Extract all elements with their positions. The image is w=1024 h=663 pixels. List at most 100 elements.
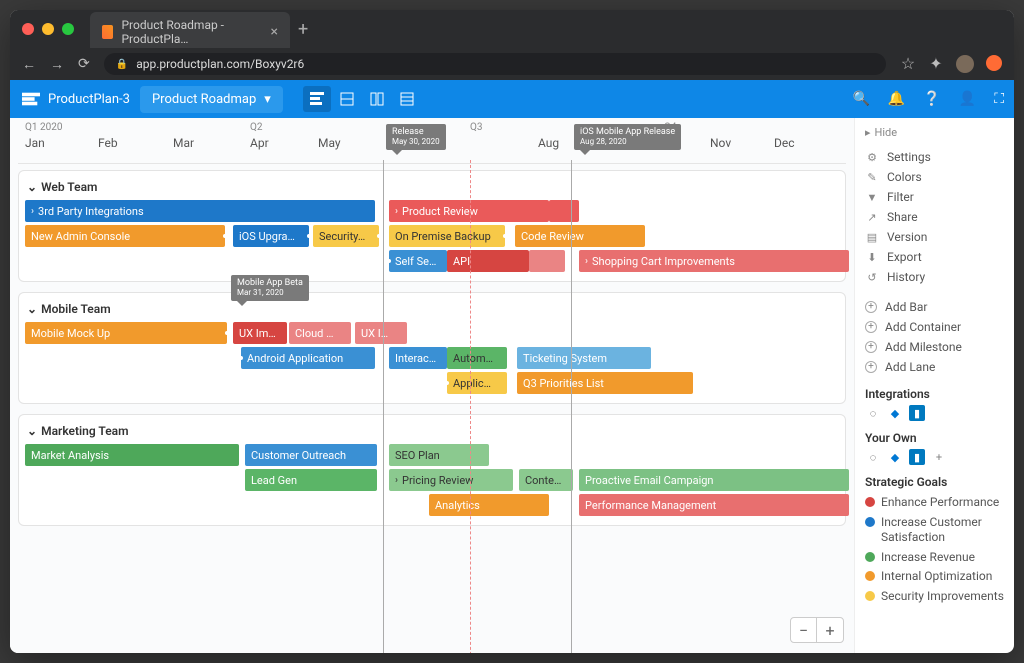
hide-sidebar[interactable]: ▸ Hide	[865, 126, 1004, 139]
reload-button[interactable]: ⟳	[78, 56, 90, 72]
roadmap-bar[interactable]: ›Shopping Cart Improvements	[579, 250, 849, 272]
roadmap-bar[interactable]: Autom…	[447, 347, 507, 369]
roadmap-bar[interactable]: Customer Outreach	[245, 444, 377, 466]
plus-icon: +	[865, 301, 877, 313]
sidebar-item-add-bar[interactable]: +Add Bar	[865, 297, 1004, 317]
roadmap-bar[interactable]: API	[447, 250, 529, 272]
sidebar-item-filter[interactable]: ▼Filter	[865, 187, 1004, 207]
trello-icon-2[interactable]: ▮	[909, 449, 925, 465]
month-label: Feb	[98, 136, 118, 150]
roadmap-bar[interactable]: Security…	[313, 225, 379, 247]
legend-item[interactable]: Increase Customer Satisfaction	[865, 513, 1004, 548]
sidebar-item-add-container[interactable]: +Add Container	[865, 317, 1004, 337]
minimize-window[interactable]	[42, 23, 54, 35]
maximize-window[interactable]	[62, 23, 74, 35]
breadcrumb-project[interactable]: ProductPlan-3	[48, 92, 130, 107]
azure-icon[interactable]: ◆	[887, 405, 903, 421]
zoom-out-button[interactable]: −	[791, 618, 817, 642]
roadmap-bar[interactable]: UX I…	[355, 322, 407, 344]
lane-header[interactable]: ⌄ Mobile Team	[19, 299, 845, 322]
zoom-in-button[interactable]: +	[817, 618, 843, 642]
add-integration-icon[interactable]: +	[931, 449, 947, 465]
roadmap-bar[interactable]: Performance Management	[579, 494, 849, 516]
search-icon[interactable]: 🔍	[852, 91, 869, 107]
trello-icon[interactable]: ▮	[909, 405, 925, 421]
star-icon[interactable]: ☆	[900, 55, 916, 71]
view-table[interactable]	[393, 86, 421, 112]
extension-badge[interactable]	[986, 55, 1002, 71]
chevron-down-icon: ⌄	[27, 424, 37, 438]
legend-item[interactable]: Internal Optimization	[865, 567, 1004, 587]
sidebar-item-add-milestone[interactable]: +Add Milestone	[865, 337, 1004, 357]
sidebar-item-add-lane[interactable]: +Add Lane	[865, 357, 1004, 377]
window-controls	[22, 23, 74, 35]
milestone-marker[interactable]: Mobile App BetaMar 31, 2020	[231, 275, 309, 301]
github-icon-2[interactable]: ◌	[865, 449, 881, 465]
tab-title: Product Roadmap - ProductPla…	[121, 18, 262, 46]
milestone-marker[interactable]: iOS Mobile App ReleaseAug 28, 2020	[574, 124, 681, 150]
github-icon[interactable]: ◌	[865, 405, 881, 421]
roadmap-bar[interactable]: Mobile Mock Up	[25, 322, 227, 344]
roadmap-bar[interactable]: Applic…	[447, 372, 507, 394]
view-list[interactable]	[333, 86, 361, 112]
roadmap-bar[interactable]: Self Se…	[389, 250, 447, 272]
back-button[interactable]: ←	[22, 56, 36, 73]
quarter-label: Q3	[470, 122, 483, 133]
roadmap-bar[interactable]: SEO Plan	[389, 444, 489, 466]
address-bar[interactable]: 🔒 app.productplan.com/Boxyv2r6	[104, 53, 886, 75]
roadmap-bar[interactable]: Code Review	[515, 225, 645, 247]
sidebar-item-history[interactable]: ↺History	[865, 267, 1004, 287]
roadmap-dropdown[interactable]: Product Roadmap ▾	[140, 86, 283, 113]
roadmap-bar[interactable]: ›3rd Party Integrations	[25, 200, 375, 222]
close-tab-icon[interactable]: ×	[271, 24, 278, 40]
legend-item[interactable]: Increase Revenue	[865, 548, 1004, 568]
sidebar-item-export[interactable]: ⬇Export	[865, 247, 1004, 267]
app-logo[interactable]	[20, 88, 42, 110]
history-icon: ↺	[865, 271, 879, 284]
roadmap-bar[interactable]: ›Product Review	[389, 200, 549, 222]
roadmap-bar[interactable]: On Premise Backup	[389, 225, 505, 247]
close-window[interactable]	[22, 23, 34, 35]
roadmap-bar[interactable]: UX Im…	[233, 322, 287, 344]
roadmap-bar[interactable]: iOS Upgra…	[233, 225, 309, 247]
sidebar-item-colors[interactable]: ✎Colors	[865, 167, 1004, 187]
new-tab-button[interactable]: +	[298, 19, 308, 40]
azure-icon-2[interactable]: ◆	[887, 449, 903, 465]
roadmap-bar[interactable]: Cloud …	[289, 322, 351, 344]
roadmap-bar[interactable]: Lead Gen	[245, 469, 377, 491]
fullscreen-icon[interactable]: ⛶	[994, 91, 1004, 107]
roadmap-bar[interactable]: ›Pricing Review	[389, 469, 513, 491]
roadmap-bar[interactable]	[549, 200, 579, 222]
roadmap-bar[interactable]: Interac…	[389, 347, 447, 369]
roadmap-bar[interactable]: Proactive Email Campaign	[579, 469, 849, 491]
roadmap-bar[interactable]	[529, 250, 565, 272]
legend-item[interactable]: Security Improvements	[865, 587, 1004, 607]
lane-header[interactable]: ⌄ Web Team	[19, 177, 845, 200]
help-icon[interactable]: ❔	[923, 91, 940, 107]
timeline-area[interactable]: Q1 2020Q2Q3Q4JanFebMarAprMayAugNovDecRel…	[10, 118, 854, 653]
roadmap-bar[interactable]: Q3 Priorities List	[517, 372, 693, 394]
colors-icon: ✎	[865, 171, 879, 184]
lane-header[interactable]: ⌄ Marketing Team	[19, 421, 845, 444]
view-timeline[interactable]	[303, 86, 331, 112]
roadmap-bar[interactable]: Conte…	[519, 469, 573, 491]
roadmap-bar[interactable]: Market Analysis	[25, 444, 239, 466]
sidebar-item-settings[interactable]: ⚙Settings	[865, 147, 1004, 167]
plus-icon: +	[865, 361, 877, 373]
extensions-icon[interactable]: ✦	[928, 55, 944, 71]
sidebar-item-version[interactable]: ▤Version	[865, 227, 1004, 247]
roadmap-bar[interactable]: New Admin Console	[25, 225, 225, 247]
bell-icon[interactable]: 🔔	[888, 91, 905, 107]
month-label: Aug	[538, 136, 559, 150]
roadmap-bar[interactable]: Android Application	[241, 347, 375, 369]
roadmap-bar[interactable]: Ticketing System	[517, 347, 651, 369]
browser-tab[interactable]: Product Roadmap - ProductPla… ×	[90, 12, 290, 52]
user-icon[interactable]: 👤	[959, 91, 976, 107]
roadmap-bar[interactable]: Analytics	[429, 494, 549, 516]
milestone-marker[interactable]: ReleaseMay 30, 2020	[386, 124, 446, 150]
view-board[interactable]	[363, 86, 391, 112]
profile-avatar[interactable]	[956, 55, 974, 73]
sidebar-item-share[interactable]: ↗Share	[865, 207, 1004, 227]
legend-item[interactable]: Enhance Performance	[865, 493, 1004, 513]
forward-button[interactable]: →	[50, 56, 64, 73]
